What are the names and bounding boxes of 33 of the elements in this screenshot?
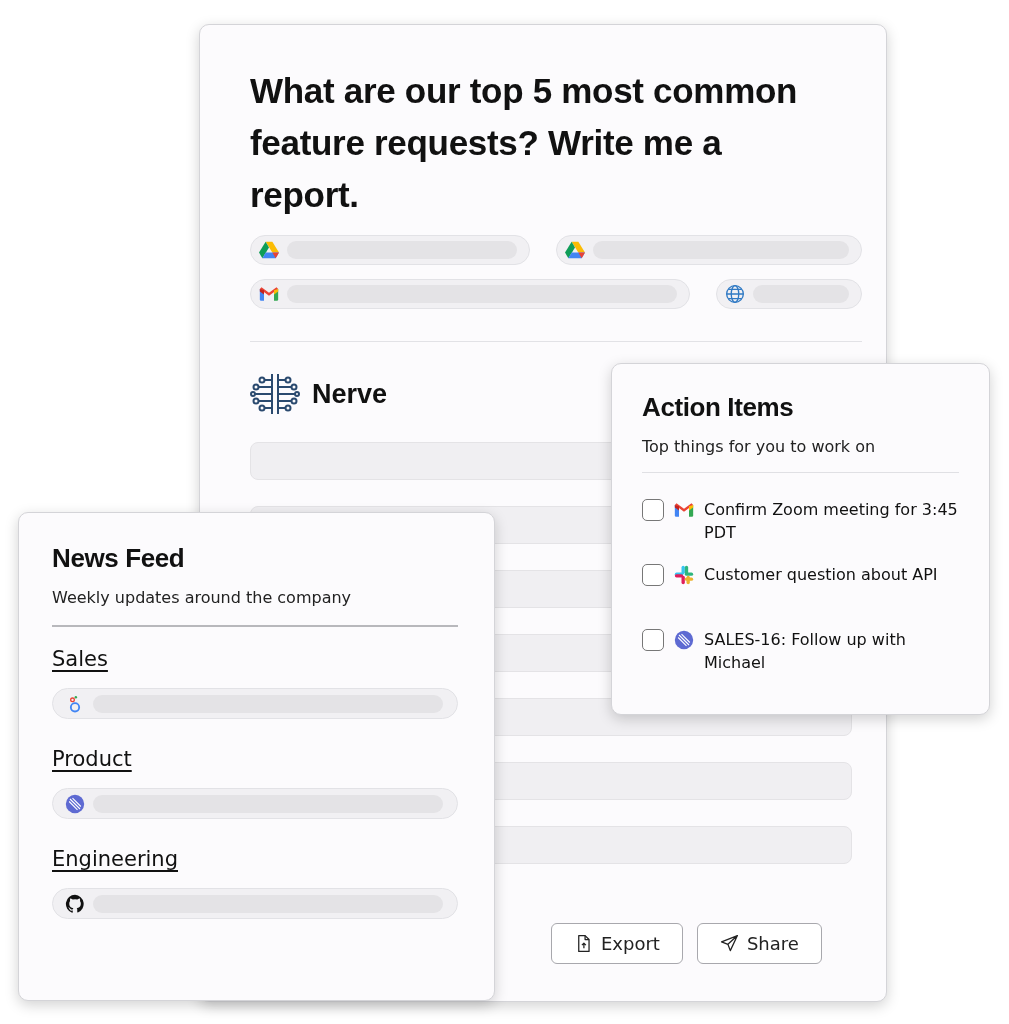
globe-icon — [725, 284, 745, 304]
striped-circle-icon — [65, 793, 85, 814]
question-heading: What are our top 5 most common feature requests? Write me a report. — [250, 70, 799, 216]
striped-circle-icon — [674, 630, 694, 650]
checkbox[interactable] — [642, 629, 664, 651]
checkbox[interactable] — [642, 564, 664, 586]
mail-icon — [674, 500, 694, 520]
action-item-text: SALES-16: Follow up with Michael — [704, 629, 907, 674]
card-subtitle: Top things for you to work on — [642, 437, 877, 456]
octocat-icon — [65, 893, 85, 914]
card-subtitle: Weekly updates around the company — [52, 588, 353, 607]
update-chip[interactable] — [52, 788, 458, 819]
section-link[interactable]: Sales — [52, 647, 108, 671]
share-button[interactable]: Share — [696, 923, 822, 964]
slack-icon — [674, 565, 694, 585]
source-chip[interactable] — [716, 279, 862, 309]
action-item-text: Confirm Zoom meeting for 3:45 PDT — [704, 499, 959, 544]
drive-icon — [259, 240, 279, 260]
action-item-text: Customer question about API — [704, 564, 938, 586]
card-title: News Feed — [52, 543, 186, 574]
assistant-name: Nerve — [312, 378, 388, 410]
checkbox[interactable] — [642, 499, 664, 521]
update-chip[interactable] — [52, 888, 458, 919]
drive-icon — [565, 240, 585, 260]
section-link[interactable]: Engineering — [52, 847, 178, 871]
send-icon — [719, 934, 739, 953]
update-chip[interactable] — [52, 688, 458, 719]
card-title: Action Items — [642, 392, 795, 423]
source-chip[interactable] — [556, 235, 862, 265]
section-link[interactable]: Product — [52, 747, 132, 771]
source-chip[interactable] — [250, 235, 530, 265]
mail-icon — [259, 284, 279, 304]
export-button[interactable]: Export — [551, 923, 683, 964]
